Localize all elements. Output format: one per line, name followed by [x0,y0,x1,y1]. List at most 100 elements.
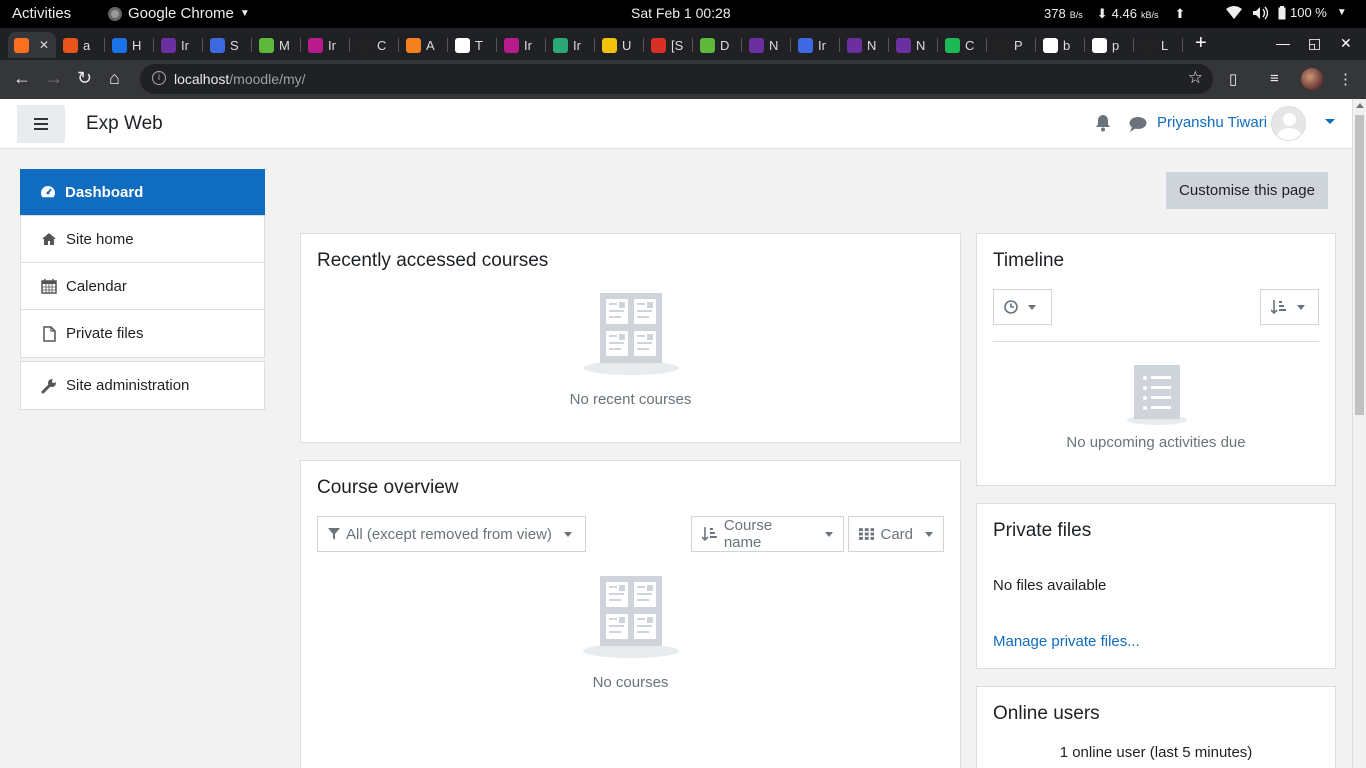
empty-state-text: No upcoming activities due [1066,434,1246,451]
browser-tab[interactable]: Ir [792,32,840,58]
reload-icon[interactable]: ↻ [77,68,92,88]
browser-tab[interactable]: ✕ [8,32,56,58]
tab-separator [104,38,105,52]
browser-tab[interactable]: M [253,32,301,58]
tab-favicon-icon [896,37,911,53]
browser-tab[interactable]: H [106,32,154,58]
app-menu[interactable]: Google Chrome ▼ [108,5,250,22]
site-name[interactable]: Exp Web [86,113,163,135]
drawer-item-private-files[interactable]: Private files [21,310,264,357]
download-arrow-icon: ⬇ [1096,6,1108,21]
tab-separator [1133,38,1134,52]
browser-tab[interactable]: P [988,32,1036,58]
browser-menu-icon[interactable]: ⋮ [1338,70,1353,88]
chevron-down-icon [825,531,833,537]
drawer-item-site-administration[interactable]: Site administration [20,361,265,410]
view-dropdown-label: Card [880,525,913,543]
messages-icon[interactable] [1129,116,1147,132]
browser-tab[interactable]: S [204,32,252,58]
browser-tab[interactable]: Ir [302,32,350,58]
tab-separator [202,38,203,52]
divider [993,341,1319,342]
browser-tab[interactable]: L [1135,32,1183,58]
browser-tab[interactable]: a [57,32,105,58]
drawer-item-site-home[interactable]: Site home [21,216,264,263]
browser-tab[interactable]: D [694,32,742,58]
system-tray[interactable]: 100 % ▼ [1226,5,1347,20]
tab-separator [349,38,350,52]
block-title: Recently accessed courses [317,250,549,271]
tab-favicon-icon [112,37,127,53]
customise-page-button[interactable]: Customise this page [1166,172,1328,209]
minimize-button[interactable]: — [1276,35,1290,51]
home-icon [42,233,56,245]
page-scrollbar[interactable] [1352,99,1366,768]
no-files-text: No files available [993,577,1107,594]
clock[interactable]: Sat Feb 1 00:28 [631,5,731,21]
browser-tab[interactable]: N [743,32,791,58]
chrome-app-icon [108,6,122,21]
user-menu-chevron-icon[interactable] [1325,119,1335,124]
browser-tab[interactable]: Ir [498,32,546,58]
browser-tab[interactable]: T [449,32,497,58]
scrollbar-thumb[interactable] [1355,115,1364,415]
browser-tab[interactable]: U [596,32,644,58]
notification-bell-icon[interactable] [1095,114,1111,132]
tab-title: P [1014,37,1023,53]
tab-separator [692,38,693,52]
manage-private-files-link[interactable]: Manage private files... [993,633,1140,650]
sort-amount-icon [1271,300,1286,315]
browser-tab[interactable]: A [400,32,448,58]
extension-icon[interactable]: ▯ [1229,70,1237,88]
os-top-bar: Activities Google Chrome ▼ Sat Feb 1 00:… [0,0,1366,28]
tab-favicon-icon [1092,37,1107,53]
drawer-item-dashboard[interactable]: Dashboard [20,169,265,216]
home-icon[interactable]: ⌂ [109,68,120,88]
site-info-icon[interactable]: i [152,71,166,85]
grouping-filter-dropdown[interactable]: All (except removed from view) [317,516,586,552]
browser-tab[interactable]: b [1037,32,1085,58]
activities-button[interactable]: Activities [12,5,71,22]
close-window-button[interactable]: ✕ [1340,35,1352,52]
empty-state-text: No courses [592,674,669,691]
maximize-button[interactable]: ◱ [1308,35,1321,52]
drawer-toggle-button[interactable] [17,105,65,143]
browser-tab[interactable]: N [841,32,889,58]
tab-favicon-icon [161,37,176,53]
no-courses-illustration [583,293,679,375]
browser-tab[interactable]: Ir [155,32,203,58]
timeline-day-filter-dropdown[interactable] [993,289,1052,325]
drawer-item-label: Calendar [66,277,127,295]
moodle-navbar: Exp Web Priyanshu Tiwari [0,99,1352,149]
forward-icon[interactable]: → [45,68,63,88]
tab-title: b [1063,37,1071,53]
url-text[interactable]: localhost/moodle/my/ [174,71,306,87]
scroll-up-arrow-icon[interactable] [1356,103,1364,108]
browser-tab[interactable]: N [890,32,938,58]
tab-title: C [377,37,387,53]
new-tab-button[interactable]: + [1195,33,1207,53]
browser-profile-avatar[interactable] [1301,68,1323,90]
tab-favicon-icon [63,37,78,53]
no-courses-illustration [583,576,679,658]
tab-title: C [965,37,975,53]
sort-dropdown[interactable]: Course name [691,516,844,552]
browser-tab[interactable]: C [351,32,399,58]
bookmark-star-icon[interactable]: ☆ [1188,68,1203,88]
browser-tab[interactable]: p [1086,32,1134,58]
back-icon[interactable]: ← [13,68,31,88]
user-avatar[interactable] [1271,106,1306,141]
battery-icon [1278,5,1286,19]
drawer-item-calendar[interactable]: Calendar [21,263,264,310]
browser-tab[interactable]: Ir [547,32,595,58]
view-dropdown[interactable]: Card [848,516,944,552]
media-control-icon[interactable]: ≡ [1270,70,1279,87]
tab-title: p [1112,37,1120,53]
online-users-summary: 1 online user (last 5 minutes) [1059,744,1253,761]
close-tab-icon[interactable]: ✕ [39,38,49,52]
browser-tab[interactable]: [S [645,32,693,58]
user-name-link[interactable]: Priyanshu Tiwari [1157,114,1267,131]
address-bar[interactable]: i localhost/moodle/my/ ☆ [140,64,1213,94]
browser-tab[interactable]: C [939,32,987,58]
timeline-sort-dropdown[interactable] [1260,289,1319,325]
